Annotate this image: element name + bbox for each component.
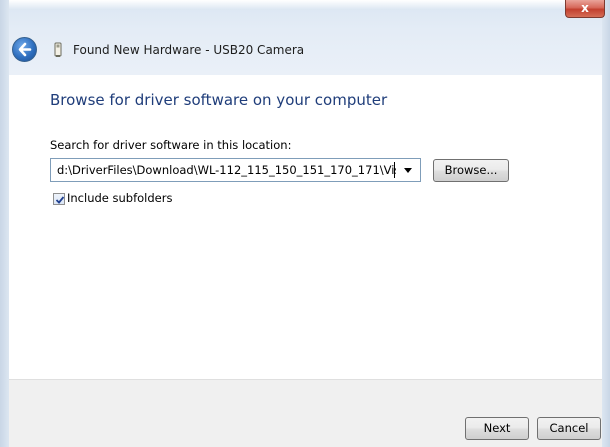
include-subfolders-checkbox[interactable] [53, 193, 65, 205]
usb-device-icon [54, 42, 62, 57]
text-cursor [394, 162, 395, 178]
cancel-button[interactable]: Cancel [537, 417, 601, 440]
checkmark-icon [55, 196, 65, 204]
chevron-down-icon [404, 168, 412, 173]
page-heading: Browse for driver software on your compu… [50, 91, 388, 109]
next-button[interactable]: Next [465, 417, 529, 440]
window-title: Found New Hardware - USB20 Camera [73, 43, 305, 57]
back-arrow-icon [18, 42, 32, 57]
window-frame-left [0, 0, 9, 447]
driver-path-input[interactable] [51, 159, 396, 181]
wizard-content [9, 75, 602, 379]
path-dropdown-button[interactable] [396, 159, 420, 181]
found-new-hardware-window: x Found New Hardware - USB20 Camera Brow… [0, 0, 610, 447]
include-subfolders-label[interactable]: Include subfolders [67, 191, 172, 205]
close-button[interactable]: x [565, 0, 605, 18]
driver-path-combobox[interactable] [50, 158, 421, 182]
window-frame-right [602, 0, 610, 447]
browse-button[interactable]: Browse... [433, 159, 509, 182]
search-location-label: Search for driver software in this locat… [50, 138, 292, 152]
back-button[interactable] [12, 37, 37, 62]
title-bar-highlight [0, 0, 610, 10]
title-bar [0, 0, 610, 75]
